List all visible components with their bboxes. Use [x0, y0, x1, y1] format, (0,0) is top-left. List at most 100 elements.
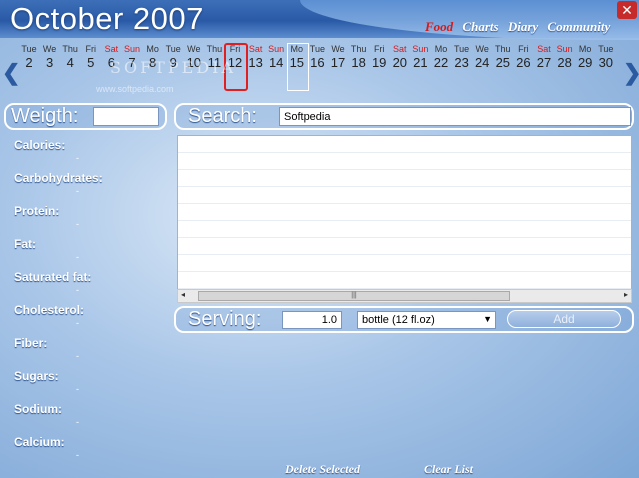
calendar-day[interactable]: Sat 20	[390, 44, 410, 70]
weight-field[interactable]	[93, 107, 159, 126]
calendar-day[interactable]: We 24	[472, 44, 492, 70]
nutrient-value: -	[76, 318, 79, 328]
nav-charts[interactable]: Charts	[462, 19, 498, 34]
calendar-day[interactable]: Mo 22	[431, 44, 451, 70]
day-name: We	[187, 44, 201, 54]
day-number: 27	[536, 55, 552, 70]
day-name: Thu	[62, 44, 78, 54]
day-number: 22	[433, 55, 449, 70]
calendar-day[interactable]: We 3	[40, 44, 60, 70]
day-number: 30	[598, 55, 614, 70]
calendar-day[interactable]: Tue 16	[307, 44, 327, 70]
nutrient-label: Calcium:	[14, 435, 65, 449]
clear-list-link[interactable]: Clear List	[424, 462, 473, 477]
nutrient-label: Fat:	[14, 237, 36, 251]
nutrient-label: Sodium:	[14, 402, 62, 416]
calendar-day[interactable]: Sat 13	[246, 44, 266, 70]
search-label: Search:	[188, 105, 257, 127]
calendar-day[interactable]: Tue 23	[452, 44, 472, 70]
calendar-day[interactable]: Fri 5	[81, 44, 101, 70]
calendar-day[interactable]: Fri 19	[369, 44, 389, 70]
day-name: Sun	[412, 44, 429, 54]
prev-month-icon[interactable]: ❮	[2, 60, 20, 86]
calendar-day[interactable]: Sun 21	[410, 44, 430, 70]
calendar-day[interactable]: Tue 2	[19, 44, 39, 70]
calendar-day[interactable]: We 17	[328, 44, 348, 70]
day-name: Sat	[248, 44, 263, 54]
day-number: 29	[577, 55, 593, 70]
close-icon[interactable]: ✕	[617, 1, 637, 19]
day-name: Fri	[373, 44, 385, 54]
calendar-day[interactable]: Mo 29	[575, 44, 595, 70]
scroll-thumb[interactable]: |||	[198, 291, 510, 301]
day-name: Thu	[206, 44, 223, 54]
nutrient-value: -	[76, 450, 79, 460]
day-name: Tue	[309, 44, 325, 54]
day-number: 21	[413, 55, 428, 70]
main-nav: Food Charts Diary Community	[425, 19, 616, 35]
day-name: Sat	[104, 44, 119, 54]
nutrient-label: Sugars:	[14, 369, 59, 383]
day-name: Thu	[495, 44, 511, 54]
day-number: 17	[330, 55, 346, 70]
nutrient-value: -	[76, 252, 79, 262]
scroll-right-icon[interactable]: ▸	[624, 290, 628, 299]
calendar-day[interactable]: Thu 25	[493, 44, 513, 70]
results-hscrollbar[interactable]: ◂ ||| ▸	[177, 289, 632, 303]
day-name: We	[475, 44, 489, 54]
calendar-day[interactable]: Tue 30	[596, 44, 616, 70]
day-name: We	[331, 44, 345, 54]
day-number: 23	[454, 55, 469, 70]
watermark-url: www.softpedia.com	[96, 84, 174, 94]
day-name: Tue	[21, 44, 37, 54]
nav-community[interactable]: Community	[547, 19, 610, 34]
add-button[interactable]: Add	[507, 310, 621, 328]
day-name: Mo	[434, 44, 448, 54]
nutrient-value: -	[76, 384, 79, 394]
nutrient-value: -	[76, 219, 79, 229]
selected-day-marker	[287, 43, 309, 91]
day-name: Thu	[350, 44, 367, 54]
day-number: 3	[45, 55, 54, 70]
month-title: October 2007	[10, 1, 204, 36]
day-number: 4	[66, 55, 74, 70]
day-number: 26	[516, 55, 531, 70]
day-name: Mo	[578, 44, 592, 54]
nutrient-value: -	[76, 285, 79, 295]
day-name: Sun	[123, 44, 140, 54]
day-name: Tue	[598, 44, 614, 54]
delete-selected-link[interactable]: Delete Selected	[285, 462, 360, 477]
day-name: Mo	[146, 44, 159, 54]
nutrient-value: -	[76, 417, 79, 427]
day-number: 25	[495, 55, 511, 70]
calendar-day[interactable]: Sun 28	[555, 44, 575, 70]
next-month-icon[interactable]: ❯	[623, 60, 639, 86]
day-number: 18	[351, 55, 366, 70]
nutrient-value: -	[76, 153, 79, 163]
calendar-day[interactable]: Thu 18	[349, 44, 369, 70]
nutrient-label: Carbohydrates:	[14, 171, 103, 185]
calendar-day[interactable]: Thu 4	[60, 44, 80, 70]
day-name: We	[42, 44, 57, 54]
nutrient-value: -	[76, 186, 79, 196]
calendar-day[interactable]: Sat 27	[534, 44, 554, 70]
serving-amount-field[interactable]	[282, 311, 342, 329]
day-name: Sat	[393, 44, 407, 54]
nav-diary[interactable]: Diary	[508, 19, 538, 34]
nutrient-label: Saturated fat:	[14, 270, 92, 284]
day-name: Sun	[268, 44, 285, 54]
calendar-day[interactable]: Fri 26	[513, 44, 533, 70]
scroll-left-icon[interactable]: ◂	[181, 290, 185, 299]
serving-unit-select[interactable]: bottle (12 fl.oz) ▼	[357, 311, 496, 329]
weight-label: Weigth:	[11, 105, 79, 127]
nutrient-label: Cholesterol:	[14, 303, 85, 317]
watermark: SOFTPEDIA	[110, 58, 236, 77]
day-name: Sun	[556, 44, 573, 54]
nutrient-value: -	[76, 351, 79, 361]
nav-food[interactable]: Food	[425, 19, 453, 34]
chevron-down-icon: ▼	[483, 314, 492, 324]
search-input[interactable]	[279, 107, 631, 126]
results-list[interactable]	[177, 135, 632, 289]
day-name: Fri	[85, 44, 97, 54]
calendar-day[interactable]: Sun 14	[266, 44, 286, 70]
